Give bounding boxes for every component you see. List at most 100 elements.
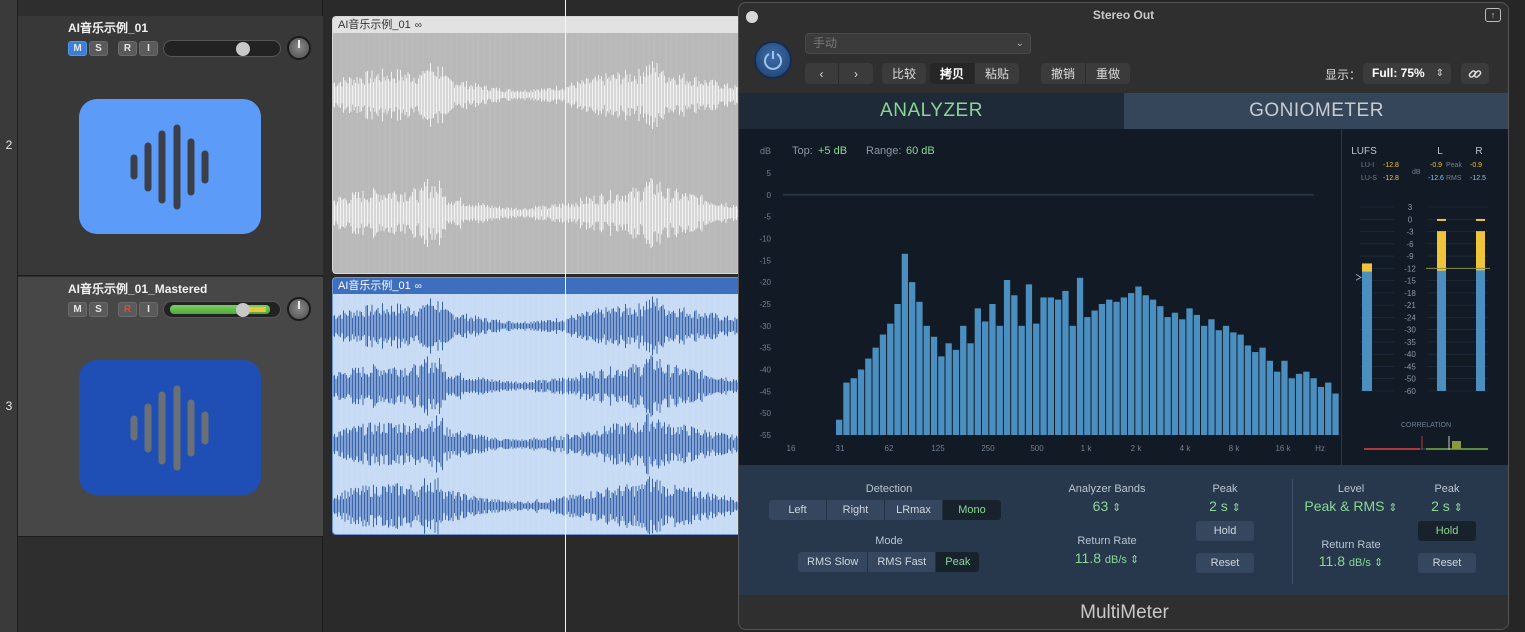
copy-button[interactable]: 拷贝: [930, 63, 976, 84]
track-number: 3: [5, 399, 13, 413]
spectrum-bar: [1193, 314, 1200, 435]
top-label: Top:: [792, 145, 813, 157]
spectrum-bar: [1018, 325, 1025, 435]
solo-button[interactable]: S: [89, 302, 108, 317]
mode-option-peak[interactable]: Peak: [936, 552, 980, 572]
redo-button[interactable]: 重做: [1086, 63, 1130, 84]
spectrum-bar: [1033, 323, 1040, 435]
spectrum-bar: [1208, 319, 1215, 435]
mode-option-rms-fast[interactable]: RMS Fast: [868, 552, 937, 572]
volume-fader-knob[interactable]: [236, 42, 250, 56]
pan-knob[interactable]: [287, 36, 311, 60]
y-tick-label: -5: [764, 213, 772, 222]
track-header[interactable]: AI音乐示例_01_Mastered M S R I: [18, 277, 323, 537]
track-number: 2: [5, 138, 13, 152]
return-rate-value[interactable]: 11.8 dB/s ⇕: [1057, 550, 1157, 566]
audio-region[interactable]: AI音乐示例_01 ∞: [332, 277, 752, 535]
input-monitor-button[interactable]: I: [139, 302, 158, 317]
spectrum-bar: [1098, 304, 1106, 435]
volume-fader[interactable]: [163, 301, 281, 318]
solo-button[interactable]: S: [89, 41, 108, 56]
meter-scale-tick: -24: [1404, 313, 1416, 322]
top-value[interactable]: +5 dB: [818, 145, 847, 157]
peak-hold-time[interactable]: 2 s ⇕: [1195, 498, 1255, 514]
preset-select[interactable]: 手动 ⌄: [805, 33, 1031, 54]
track-buttons: M S R I: [68, 41, 158, 56]
plugin-window: Stereo Out ↑ 手动 ⌄ ‹ › 比较 拷贝 粘贴 撤销 重做 显示：: [738, 2, 1509, 630]
waveform-icon: [130, 124, 209, 209]
hold-button[interactable]: Hold: [1418, 521, 1476, 541]
previous-preset-button[interactable]: ‹: [805, 63, 839, 84]
track-icon[interactable]: [79, 360, 261, 495]
compare-button[interactable]: 比较: [882, 63, 926, 84]
pan-knob[interactable]: [287, 297, 311, 321]
next-preset-button[interactable]: ›: [839, 63, 873, 84]
reset-button[interactable]: Reset: [1418, 553, 1476, 573]
detection-option-mono[interactable]: Mono: [943, 500, 1001, 520]
mute-button[interactable]: M: [68, 302, 87, 317]
peak-label: Peak: [1212, 483, 1238, 495]
spectrum-bar: [1113, 301, 1120, 435]
spectrum-bar: [1237, 334, 1244, 435]
spectrum-bar: [1047, 297, 1054, 435]
left-channel-header: L: [1437, 146, 1443, 157]
detection-option-right[interactable]: Right: [827, 500, 885, 520]
x-tick-label: 125: [931, 444, 945, 453]
divider: [1292, 479, 1293, 584]
x-tick-label: 16 k: [1275, 444, 1291, 453]
range-value[interactable]: 60 dB: [906, 145, 935, 157]
return-rate-value[interactable]: 11.8 dB/s ⇕: [1301, 553, 1401, 569]
meter-scale-tick: -21: [1404, 301, 1416, 310]
spectrum-bar: [1062, 290, 1069, 435]
analyzer-bands-value[interactable]: 63 ⇕: [1057, 498, 1157, 514]
chevron-right-icon: ›: [854, 66, 858, 81]
track-header[interactable]: AI音乐示例_01 M S R I: [18, 16, 323, 276]
record-enable-button[interactable]: R: [118, 41, 137, 56]
peak-hold-time[interactable]: 2 s ⇕: [1417, 498, 1477, 514]
track-name[interactable]: AI音乐示例_01: [68, 19, 148, 36]
spectrum-bar: [1274, 371, 1281, 435]
copy-paste-group: 拷贝 粘贴: [930, 63, 1020, 84]
mute-button[interactable]: M: [68, 41, 87, 56]
meter-scale-tick: -30: [1404, 326, 1416, 335]
track-name[interactable]: AI音乐示例_01_Mastered: [68, 280, 207, 297]
level-mode-value[interactable]: Peak & RMS ⇕: [1291, 498, 1411, 514]
paste-button[interactable]: 粘贴: [975, 63, 1019, 84]
target-marker-icon[interactable]: [1355, 273, 1362, 281]
detection-option-left[interactable]: Left: [769, 500, 827, 520]
peak-label: Peak: [1446, 162, 1462, 169]
analyzer-display: dB Top: +5 dB Range: 60 dB 5 0 -5 -10 -15 -20 -25 -3…: [739, 129, 1508, 465]
meter-scale-tick: -40: [1404, 350, 1416, 359]
volume-fader[interactable]: [163, 40, 281, 57]
track-icon[interactable]: [79, 99, 261, 234]
track-buttons: M S R I: [68, 302, 158, 317]
reset-button[interactable]: Reset: [1196, 553, 1254, 573]
window-title: Stereo Out: [1092, 8, 1155, 22]
chevron-down-icon: ⌄: [1015, 38, 1024, 49]
power-button[interactable]: [754, 41, 792, 79]
undo-button[interactable]: 撤销: [1041, 63, 1087, 84]
spectrum-bar: [1303, 371, 1310, 435]
spectrum-bar: [1201, 325, 1208, 435]
playhead[interactable]: [565, 0, 566, 632]
spectrum-bar: [960, 325, 967, 435]
tab-goniometer[interactable]: GONIOMETER: [1124, 93, 1508, 129]
tab-analyzer[interactable]: ANALYZER: [739, 93, 1124, 129]
expand-icon[interactable]: ↑: [1485, 8, 1501, 22]
mode-option-rms-slow[interactable]: RMS Slow: [798, 552, 869, 572]
meter-scale-tick: -3: [1406, 228, 1414, 237]
link-button[interactable]: [1461, 63, 1489, 84]
arrange-area[interactable]: AI音乐示例_01 ∞ AI音乐示例_01 ∞: [323, 0, 752, 632]
view-size-select[interactable]: Full: 75% ⇕: [1363, 63, 1451, 84]
view-label: 显示：: [1325, 68, 1362, 82]
controls-panel: Detection Left Right LRmax Mono Mode RMS Sl…: [739, 465, 1508, 595]
input-monitor-button[interactable]: I: [139, 41, 158, 56]
spectrum-bar: [1120, 297, 1127, 435]
spectrum-bar: [1149, 299, 1157, 435]
audio-region[interactable]: AI音乐示例_01 ∞: [332, 16, 752, 274]
volume-fader-knob[interactable]: [236, 303, 250, 317]
correlation-negative-zone: [1364, 448, 1420, 450]
detection-option-lrmax[interactable]: LRmax: [885, 500, 943, 520]
record-enable-button[interactable]: R: [118, 302, 137, 317]
hold-button[interactable]: Hold: [1196, 521, 1254, 541]
